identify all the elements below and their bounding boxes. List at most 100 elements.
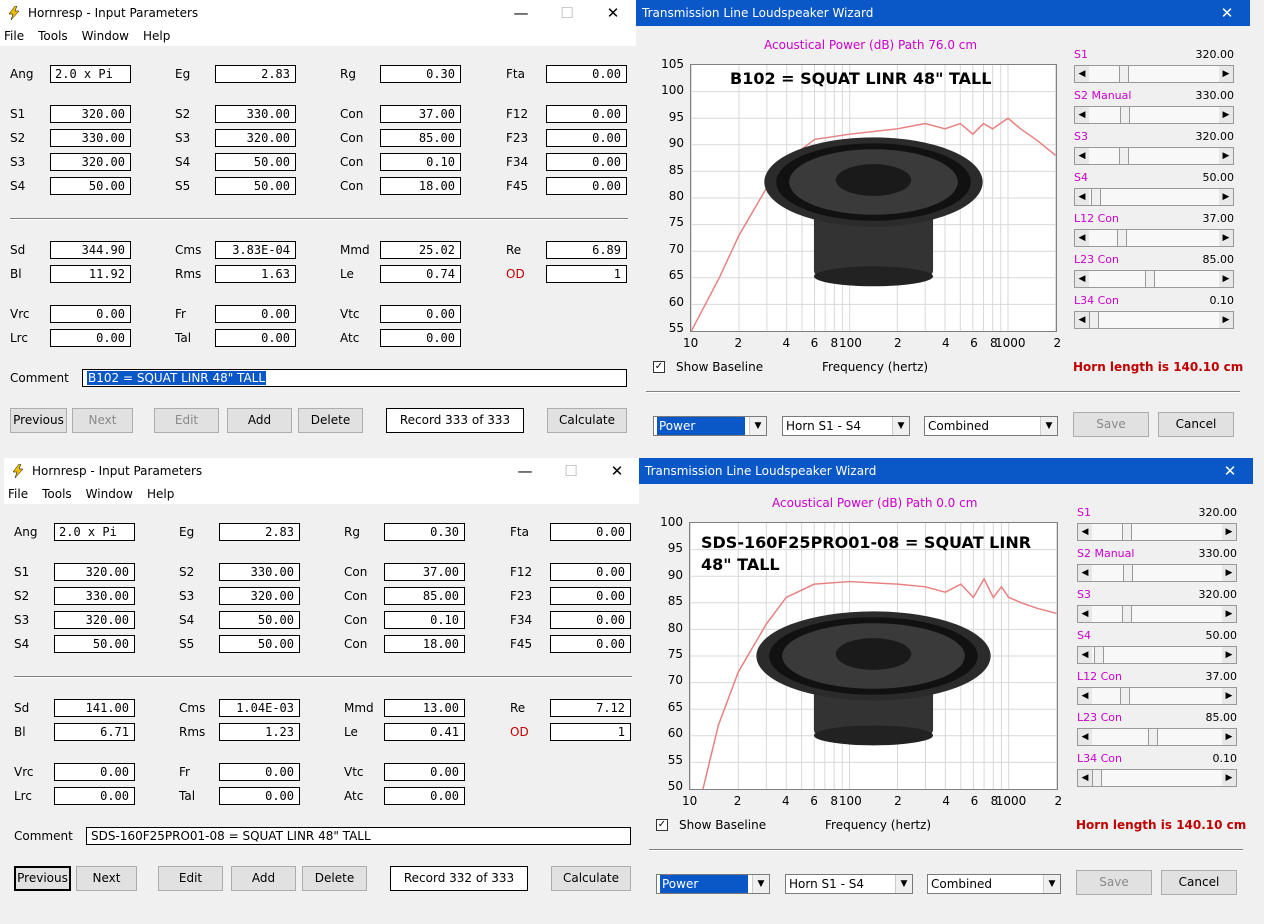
- rms-field[interactable]: 1.63: [215, 265, 296, 283]
- slider-thumb[interactable]: [1094, 647, 1105, 663]
- f12-field[interactable]: 0.00: [546, 105, 627, 123]
- s3-field[interactable]: 320.00: [219, 587, 300, 605]
- vtc-field[interactable]: 0.00: [380, 305, 461, 323]
- arrow-left-icon[interactable]: ◀: [1075, 189, 1089, 205]
- od-field[interactable]: 1: [550, 723, 631, 741]
- s3-field[interactable]: 320.00: [215, 129, 296, 147]
- arrow-left-icon[interactable]: ◀: [1075, 66, 1089, 82]
- menu-file[interactable]: File: [8, 487, 28, 501]
- calculate-button[interactable]: Calculate: [547, 408, 627, 433]
- comment-field[interactable]: SDS-160F25PRO01-08 = SQUAT LINR 48" TALL: [86, 827, 631, 845]
- f45-field[interactable]: 0.00: [546, 177, 627, 195]
- fta-field[interactable]: 0.00: [550, 523, 631, 541]
- menu-window[interactable]: Window: [86, 487, 133, 501]
- f45-field[interactable]: 0.00: [550, 635, 631, 653]
- arrow-left-icon[interactable]: ◀: [1075, 107, 1089, 123]
- fta-field[interactable]: 0.00: [546, 65, 627, 83]
- arrow-left-icon[interactable]: ◀: [1078, 565, 1092, 581]
- arrow-left-icon[interactable]: ◀: [1075, 148, 1089, 164]
- slider-thumb[interactable]: [1089, 312, 1099, 328]
- close-icon[interactable]: ✕: [590, 4, 636, 22]
- con34-field[interactable]: 0.10: [380, 153, 461, 171]
- slider-thumb[interactable]: [1119, 148, 1129, 164]
- next-button[interactable]: Next: [72, 408, 133, 433]
- f34-field[interactable]: 0.00: [550, 611, 631, 629]
- delete-button[interactable]: Delete: [298, 408, 363, 433]
- arrow-right-icon[interactable]: ▶: [1219, 271, 1233, 287]
- arrow-left-icon[interactable]: ◀: [1075, 312, 1089, 328]
- show-baseline-checkbox[interactable]: ✓: [653, 361, 665, 373]
- cms-field[interactable]: 1.04E-03: [219, 699, 300, 717]
- atc-field[interactable]: 0.00: [380, 329, 461, 347]
- s2-field[interactable]: 330.00: [54, 587, 135, 605]
- parameter-slider[interactable]: ◀ ▶: [1074, 188, 1234, 206]
- horn-select[interactable]: Horn S1 - S4 ▼: [782, 416, 910, 436]
- cancel-button[interactable]: Cancel: [1158, 412, 1234, 437]
- delete-button[interactable]: Delete: [302, 866, 367, 891]
- ang-field[interactable]: 2.0 x Pi: [50, 65, 131, 83]
- arrow-right-icon[interactable]: ▶: [1219, 230, 1233, 246]
- arrow-right-icon[interactable]: ▶: [1222, 688, 1236, 704]
- slider-thumb[interactable]: [1122, 524, 1132, 540]
- minimize-icon[interactable]: —: [502, 462, 548, 480]
- edit-button[interactable]: Edit: [154, 408, 219, 433]
- con45-field[interactable]: 18.00: [384, 635, 465, 653]
- parameter-slider[interactable]: ◀ ▶: [1074, 106, 1234, 124]
- arrow-left-icon[interactable]: ◀: [1075, 230, 1089, 246]
- re-field[interactable]: 7.12: [550, 699, 631, 717]
- cancel-button[interactable]: Cancel: [1161, 870, 1237, 895]
- mmd-field[interactable]: 13.00: [384, 699, 465, 717]
- re-field[interactable]: 6.89: [546, 241, 627, 259]
- parameter-slider[interactable]: ◀ ▶: [1074, 65, 1234, 83]
- ang-field[interactable]: 2.0 x Pi: [54, 523, 135, 541]
- horn-select[interactable]: Horn S1 - S4 ▼: [785, 874, 913, 894]
- s2-field[interactable]: 330.00: [215, 105, 296, 123]
- atc-field[interactable]: 0.00: [384, 787, 465, 805]
- parameter-slider[interactable]: ◀ ▶: [1077, 605, 1237, 623]
- bl-field[interactable]: 11.92: [50, 265, 131, 283]
- arrow-right-icon[interactable]: ▶: [1222, 565, 1236, 581]
- mmd-field[interactable]: 25.02: [380, 241, 461, 259]
- sd-field[interactable]: 141.00: [54, 699, 135, 717]
- lrc-field[interactable]: 0.00: [54, 787, 135, 805]
- combined-select[interactable]: Combined ▼: [924, 416, 1058, 436]
- slider-thumb[interactable]: [1148, 729, 1159, 745]
- arrow-right-icon[interactable]: ▶: [1219, 189, 1233, 205]
- sd-field[interactable]: 344.90: [50, 241, 131, 259]
- parameter-slider[interactable]: ◀ ▶: [1077, 687, 1237, 705]
- eg-field[interactable]: 2.83: [219, 523, 300, 541]
- slider-thumb[interactable]: [1116, 230, 1127, 246]
- s4-field[interactable]: 50.00: [50, 177, 131, 195]
- show-baseline-checkbox[interactable]: ✓: [656, 819, 668, 831]
- cms-field[interactable]: 3.83E-04: [215, 241, 296, 259]
- con23-field[interactable]: 85.00: [380, 129, 461, 147]
- arrow-left-icon[interactable]: ◀: [1078, 647, 1092, 663]
- arrow-right-icon[interactable]: ▶: [1222, 606, 1236, 622]
- s3-field[interactable]: 320.00: [50, 153, 131, 171]
- comment-field[interactable]: B102 = SQUAT LINR 48" TALL: [82, 369, 627, 387]
- parameter-slider[interactable]: ◀ ▶: [1074, 270, 1234, 288]
- con45-field[interactable]: 18.00: [380, 177, 461, 195]
- next-button[interactable]: Next: [76, 866, 137, 891]
- le-field[interactable]: 0.41: [384, 723, 465, 741]
- maximize-icon[interactable]: ☐: [544, 4, 590, 22]
- menu-file[interactable]: File: [4, 29, 24, 43]
- close-icon[interactable]: ✕: [1207, 462, 1253, 480]
- tal-field[interactable]: 0.00: [215, 329, 296, 347]
- menu-window[interactable]: Window: [82, 29, 129, 43]
- parameter-slider[interactable]: ◀ ▶: [1077, 523, 1237, 541]
- f23-field[interactable]: 0.00: [546, 129, 627, 147]
- slider-thumb[interactable]: [1091, 189, 1102, 205]
- vrc-field[interactable]: 0.00: [50, 305, 131, 323]
- add-button[interactable]: Add: [231, 866, 296, 891]
- vrc-field[interactable]: 0.00: [54, 763, 135, 781]
- parameter-slider[interactable]: ◀ ▶: [1077, 564, 1237, 582]
- arrow-left-icon[interactable]: ◀: [1078, 688, 1092, 704]
- arrow-left-icon[interactable]: ◀: [1078, 524, 1092, 540]
- fr-field[interactable]: 0.00: [219, 763, 300, 781]
- power-select[interactable]: Power ▼: [656, 874, 770, 894]
- slider-thumb[interactable]: [1119, 688, 1130, 704]
- s2-field[interactable]: 330.00: [50, 129, 131, 147]
- power-select[interactable]: Power ▼: [653, 416, 767, 436]
- edit-button[interactable]: Edit: [158, 866, 223, 891]
